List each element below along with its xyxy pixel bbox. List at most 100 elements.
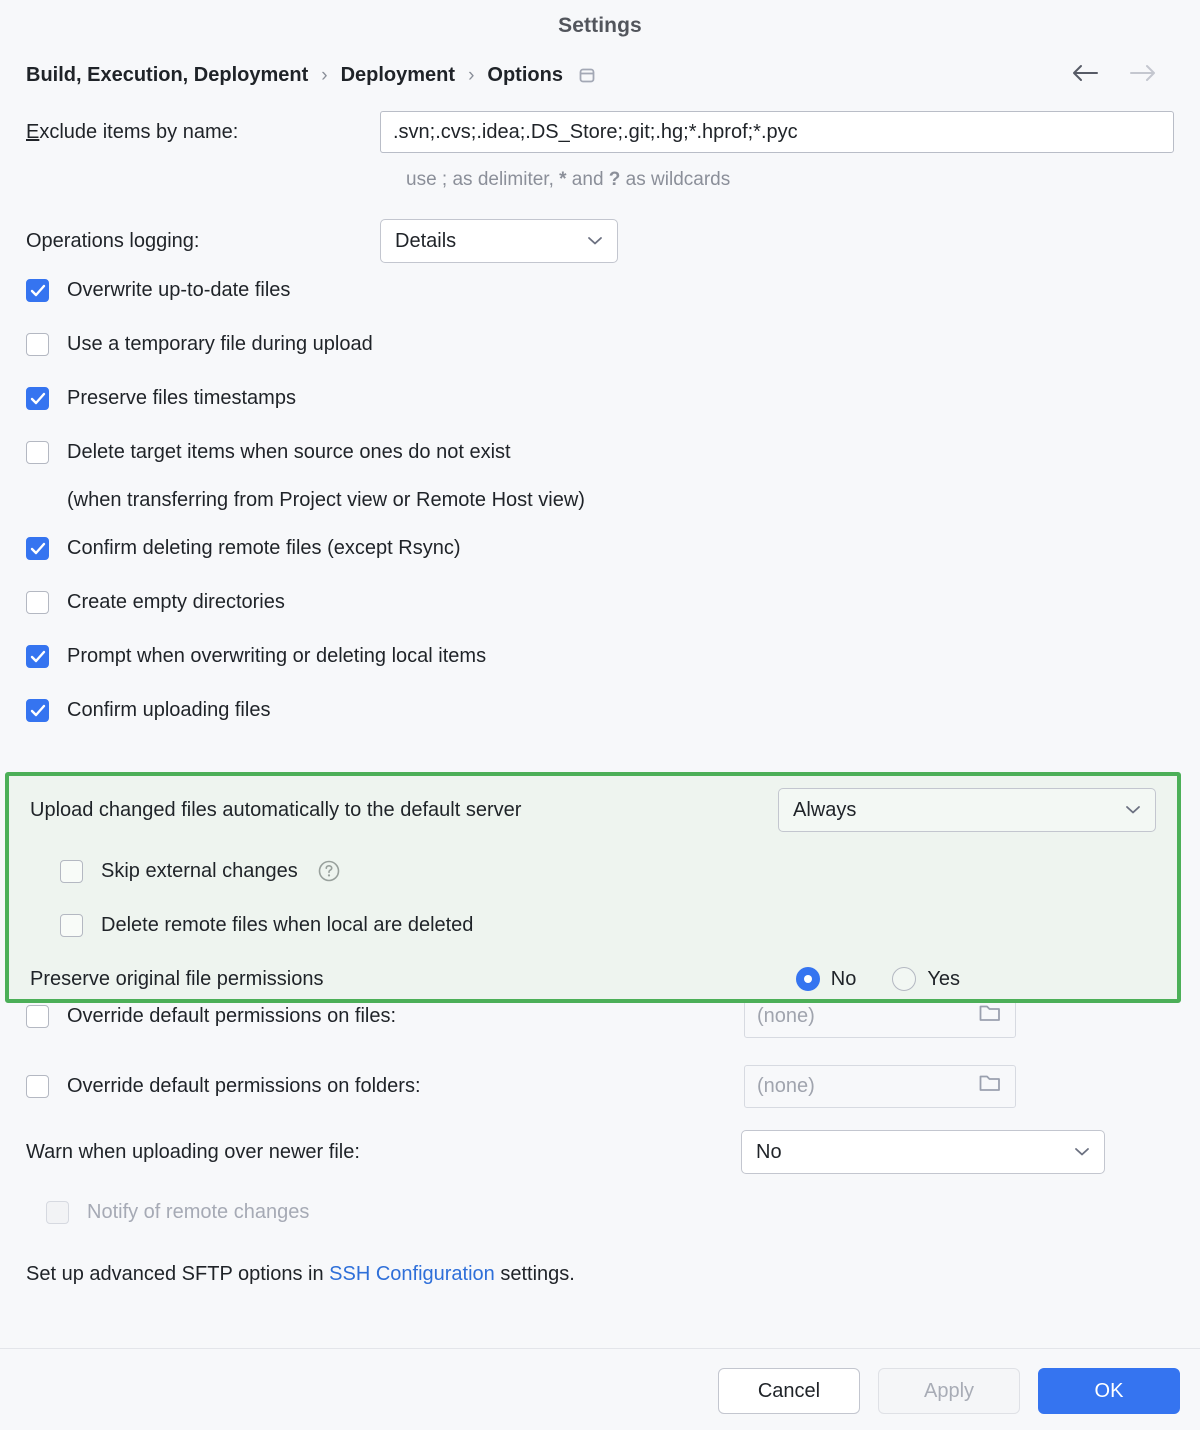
- warn-upload-newer-file-label: Warn when uploading over newer file:: [26, 1141, 360, 1164]
- checkbox-indicator[interactable]: [26, 333, 49, 356]
- sftp-advanced-note: Set up advanced SFTP options in SSH Conf…: [26, 1263, 1174, 1286]
- exclude-items-row: Exclude items by name: .svn;.cvs;.idea;.…: [26, 108, 1174, 156]
- checkbox-label: Delete target items when source ones do …: [67, 441, 511, 464]
- override-permissions-folders-row: Override default permissions on folders:…: [26, 1051, 1174, 1121]
- checkbox-indicator[interactable]: [60, 914, 83, 937]
- override-permissions-files-value: (none): [757, 1005, 815, 1028]
- hint-pre: use ; as delimiter,: [406, 169, 559, 190]
- exclude-items-label-accel: E: [26, 121, 39, 143]
- checkbox-label: Overwrite up-to-date files: [67, 279, 290, 302]
- checkbox-overwrite-up-to-date-files[interactable]: Overwrite up-to-date files: [26, 263, 1174, 317]
- help-circle-icon[interactable]: [316, 858, 342, 884]
- hint-star: *: [559, 169, 566, 190]
- auto-upload-label: Upload changed files automatically to th…: [30, 799, 521, 822]
- note-suffix: settings.: [495, 1263, 575, 1285]
- exclude-items-hint: use ; as delimiter, * and ? as wildcards: [406, 169, 1174, 191]
- checkbox-label: Confirm deleting remote files (except Rs…: [67, 537, 460, 560]
- footer-divider: [0, 1348, 1200, 1349]
- checkbox-label: Preserve files timestamps: [67, 387, 296, 410]
- hint-question: ?: [609, 169, 621, 190]
- preserve-original-file-permissions-row: Preserve original file permissions No Ye…: [30, 952, 1156, 1006]
- warn-upload-newer-file-select[interactable]: No: [741, 1130, 1105, 1174]
- window-titlebar: Settings: [0, 0, 1200, 52]
- chevron-down-icon: [1073, 1141, 1091, 1164]
- settings-content: Exclude items by name: .svn;.cvs;.idea;.…: [0, 108, 1200, 1286]
- window-title: Settings: [558, 14, 642, 38]
- dialog-buttons: Cancel Apply OK: [718, 1368, 1180, 1414]
- breadcrumb-item-build-execution-deployment[interactable]: Build, Execution, Deployment: [26, 64, 308, 87]
- exclude-items-label: Exclude items by name:: [26, 121, 380, 144]
- checkbox-prompt-when-overwriting-or-deleting-local-items[interactable]: Prompt when overwriting or deleting loca…: [26, 629, 1174, 683]
- auto-upload-select[interactable]: Always: [778, 788, 1156, 832]
- checkbox-indicator[interactable]: [60, 860, 83, 883]
- breadcrumb-separator: ›: [468, 66, 474, 85]
- checkbox-label: Create empty directories: [67, 591, 285, 614]
- breadcrumb-item-options[interactable]: Options: [487, 64, 563, 87]
- panel-toggle-icon[interactable]: [577, 65, 597, 85]
- checkbox-override-permissions-folders[interactable]: [26, 1075, 49, 1098]
- radio-preserve-permissions-yes[interactable]: Yes: [892, 967, 960, 991]
- checkbox-notify-of-remote-changes: Notify of remote changes: [46, 1183, 1174, 1241]
- checkbox-preserve-files-timestamps[interactable]: Preserve files timestamps: [26, 371, 1174, 425]
- checkbox-label: Prompt when overwriting or deleting loca…: [67, 645, 486, 668]
- folder-icon[interactable]: [977, 1072, 1003, 1100]
- override-permissions-folders-input[interactable]: (none): [744, 1065, 1016, 1108]
- checkbox-skip-external-changes[interactable]: Skip external changes: [60, 844, 1156, 898]
- radio-label: No: [831, 968, 857, 991]
- hint-mid: and: [567, 169, 609, 190]
- highlighted-auto-upload-group: Upload changed files automatically to th…: [5, 772, 1181, 1003]
- note-prefix: Set up advanced SFTP options in: [26, 1263, 329, 1285]
- checkbox-override-permissions-files[interactable]: [26, 1005, 49, 1028]
- override-permissions-folders-value: (none): [757, 1075, 815, 1098]
- checkbox-indicator[interactable]: [26, 279, 49, 302]
- cancel-button[interactable]: Cancel: [718, 1368, 860, 1414]
- checkbox-indicator: [46, 1201, 69, 1224]
- override-permissions-files-label: Override default permissions on files:: [67, 1005, 396, 1028]
- exclude-items-label-rest: xclude items by name:: [39, 121, 238, 143]
- checkbox-indicator[interactable]: [26, 387, 49, 410]
- checkbox-indicator[interactable]: [26, 699, 49, 722]
- breadcrumb-navigation: [1070, 62, 1174, 89]
- breadcrumb-item-deployment[interactable]: Deployment: [341, 64, 455, 87]
- checkbox-use-temporary-file-during-upload[interactable]: Use a temporary file during upload: [26, 317, 1174, 371]
- checkbox-delete-target-items-sublabel: (when transferring from Project view or …: [67, 479, 1174, 521]
- apply-button: Apply: [878, 1368, 1020, 1414]
- checkbox-label: Use a temporary file during upload: [67, 333, 373, 356]
- radio-preserve-permissions-no[interactable]: No: [796, 967, 857, 991]
- checkbox-indicator[interactable]: [26, 645, 49, 668]
- checkbox-create-empty-directories[interactable]: Create empty directories: [26, 575, 1174, 629]
- breadcrumb-separator: ›: [321, 66, 327, 85]
- folder-icon[interactable]: [977, 1002, 1003, 1030]
- operations-logging-select[interactable]: Details: [380, 219, 618, 263]
- checkbox-delete-remote-files-when-local-deleted[interactable]: Delete remote files when local are delet…: [60, 898, 1156, 952]
- checkbox-indicator[interactable]: [26, 441, 49, 464]
- auto-upload-value: Always: [793, 799, 856, 822]
- checkbox-confirm-uploading-files[interactable]: Confirm uploading files: [26, 683, 1174, 737]
- checkbox-delete-target-items-when-source-missing[interactable]: Delete target items when source ones do …: [26, 425, 1174, 479]
- checkbox-confirm-deleting-remote-files[interactable]: Confirm deleting remote files (except Rs…: [26, 521, 1174, 575]
- hint-post: as wildcards: [620, 169, 730, 190]
- ssh-configuration-link[interactable]: SSH Configuration: [329, 1263, 495, 1285]
- checkbox-label: Notify of remote changes: [87, 1201, 309, 1224]
- auto-upload-row: Upload changed files automatically to th…: [30, 776, 1156, 844]
- breadcrumb: Build, Execution, Deployment › Deploymen…: [0, 52, 1200, 98]
- checkbox-indicator[interactable]: [26, 591, 49, 614]
- arrow-right-icon: [1128, 62, 1158, 89]
- chevron-down-icon: [1124, 799, 1142, 822]
- operations-logging-value: Details: [395, 230, 456, 253]
- ok-button[interactable]: OK: [1038, 1368, 1180, 1414]
- arrow-left-icon[interactable]: [1070, 62, 1100, 89]
- checkbox-label: Delete remote files when local are delet…: [101, 914, 473, 937]
- radio-indicator[interactable]: [796, 967, 820, 991]
- preserve-permissions-radio-group: No Yes: [796, 967, 960, 991]
- radio-indicator[interactable]: [892, 967, 916, 991]
- checkbox-indicator[interactable]: [26, 537, 49, 560]
- operations-logging-row: Operations logging: Details: [26, 219, 1174, 263]
- exclude-items-input[interactable]: .svn;.cvs;.idea;.DS_Store;.git;.hg;*.hpr…: [380, 111, 1174, 153]
- override-permissions-folders-label: Override default permissions on folders:: [67, 1075, 421, 1098]
- chevron-down-icon: [586, 230, 604, 253]
- warn-upload-newer-file-value: No: [756, 1141, 782, 1164]
- radio-label: Yes: [927, 968, 960, 991]
- operations-logging-label: Operations logging:: [26, 230, 380, 253]
- preserve-original-file-permissions-label: Preserve original file permissions: [30, 968, 323, 991]
